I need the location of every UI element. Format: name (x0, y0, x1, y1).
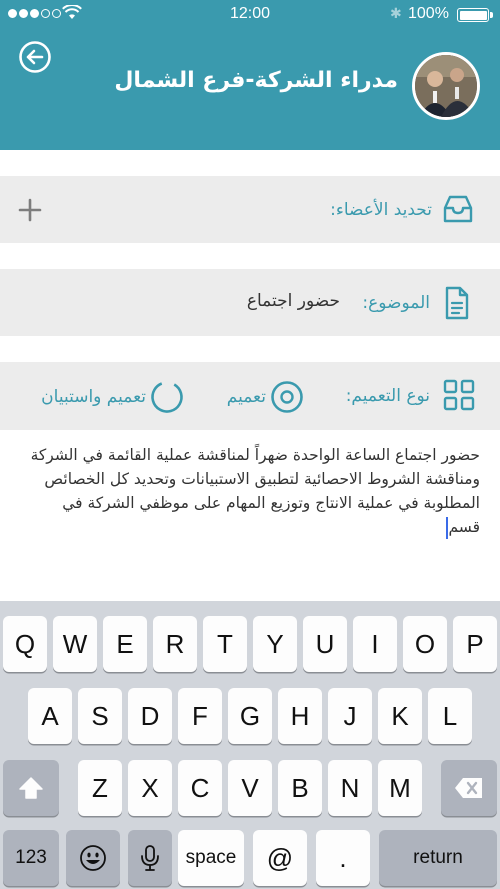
radio-option-circular-survey-label: تعميم واستبيان (41, 387, 146, 407)
members-label: تحديد الأعضاء: (330, 200, 432, 220)
emoji-icon (80, 845, 106, 871)
key-b[interactable]: B (278, 760, 322, 816)
return-key[interactable]: return (379, 830, 497, 886)
inbox-icon (443, 195, 473, 223)
key-g[interactable]: G (228, 688, 272, 744)
key-d[interactable]: D (128, 688, 172, 744)
members-selector-row[interactable]: تحديد الأعضاء: (0, 176, 500, 243)
key-v[interactable]: V (228, 760, 272, 816)
dictation-key[interactable] (128, 830, 172, 886)
dot-key[interactable]: . (316, 830, 370, 886)
radio-option-circular[interactable]: تعميم (227, 380, 304, 414)
subject-label: الموضوع: (362, 293, 430, 313)
key-l[interactable]: L (428, 688, 472, 744)
app-header: 12:00 ✱ 100% مدراء الشركة-فرع الشمال (0, 0, 500, 150)
key-i[interactable]: I (353, 616, 397, 672)
backspace-key[interactable] (441, 760, 497, 816)
on-screen-keyboard: Q W E R T Y U I O P A S D F G H J K L Z … (0, 601, 500, 889)
shift-icon (19, 777, 43, 799)
radio-selected-icon (271, 381, 303, 413)
key-c[interactable]: C (178, 760, 222, 816)
bluetooth-icon: ✱ (390, 6, 402, 22)
at-key[interactable]: @ (253, 830, 307, 886)
numbers-key[interactable]: 123 (3, 830, 59, 886)
status-bar: 12:00 ✱ 100% (0, 0, 500, 30)
document-icon (445, 286, 469, 320)
space-key[interactable]: space (178, 830, 244, 886)
radio-option-circular-survey[interactable]: تعميم واستبيان (41, 380, 184, 414)
plus-icon[interactable] (18, 198, 42, 222)
group-avatar[interactable] (412, 52, 480, 120)
grid-icon (443, 379, 475, 411)
key-n[interactable]: N (328, 760, 372, 816)
circular-type-row: نوع التعميم: تعميم تعميم واستبيان (0, 362, 500, 430)
key-j[interactable]: J (328, 688, 372, 744)
key-s[interactable]: S (78, 688, 122, 744)
battery-percentage: 100% (408, 5, 449, 22)
back-arrow-icon[interactable] (18, 40, 52, 74)
backspace-icon (455, 778, 482, 798)
key-z[interactable]: Z (78, 760, 122, 816)
group-title: مدراء الشركة-فرع الشمال (114, 68, 398, 93)
key-k[interactable]: K (378, 688, 422, 744)
emoji-key[interactable] (66, 830, 120, 886)
circular-type-label: نوع التعميم: (345, 386, 430, 406)
key-m[interactable]: M (378, 760, 422, 816)
key-u[interactable]: U (303, 616, 347, 672)
key-t[interactable]: T (203, 616, 247, 672)
microphone-icon (141, 845, 159, 871)
battery-icon (457, 8, 493, 22)
key-h[interactable]: H (278, 688, 322, 744)
radio-option-circular-label: تعميم (226, 387, 266, 407)
message-body-text: حضور اجتماع الساعة الواحدة ضهراً لمناقشة… (30, 446, 480, 536)
key-r[interactable]: R (153, 616, 197, 672)
key-p[interactable]: P (453, 616, 497, 672)
message-body-textarea[interactable]: حضور اجتماع الساعة الواحدة ضهراً لمناقشة… (30, 443, 480, 539)
radio-unselected-icon (151, 381, 183, 413)
subject-value[interactable]: حضور اجتماع (247, 291, 340, 311)
subject-row[interactable]: الموضوع: حضور اجتماع (0, 269, 500, 336)
shift-key[interactable] (3, 760, 59, 816)
key-x[interactable]: X (128, 760, 172, 816)
key-q[interactable]: Q (3, 616, 47, 672)
key-y[interactable]: Y (253, 616, 297, 672)
key-w[interactable]: W (53, 616, 97, 672)
key-o[interactable]: O (403, 616, 447, 672)
key-e[interactable]: E (103, 616, 147, 672)
key-f[interactable]: F (178, 688, 222, 744)
key-a[interactable]: A (28, 688, 72, 744)
